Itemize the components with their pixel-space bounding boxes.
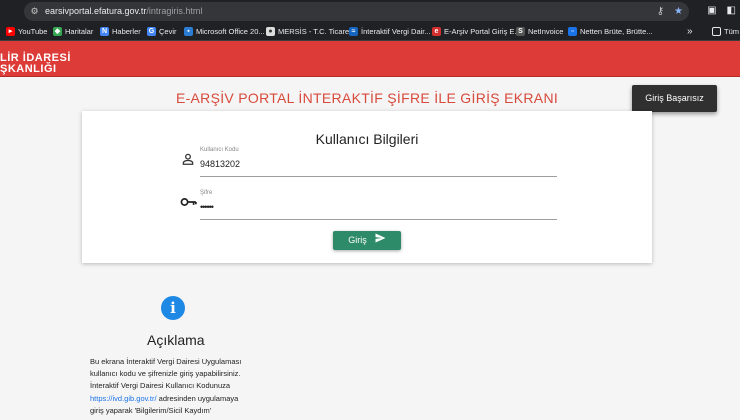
- ivd-icon: ≈: [349, 27, 358, 36]
- bookmark-cevir[interactable]: G Çevir: [147, 25, 177, 38]
- office-icon: ▪: [184, 27, 193, 36]
- info-line: https://ivd.gib.gov.tr/ adresinden uygul…: [90, 393, 286, 405]
- folder-icon: [712, 27, 721, 36]
- bookmarks-folder[interactable]: Tüm: [712, 25, 739, 38]
- info-title: Açıklama: [147, 332, 205, 348]
- password-key-icon[interactable]: ⚷: [657, 4, 664, 19]
- bookmarks-bar: ▸ YouTube ◆ Haritalar N Haberler G Çevir…: [0, 22, 740, 41]
- url-text[interactable]: earsivportal.efatura.gov.tr/intragiris.h…: [45, 5, 202, 18]
- bookmark-label: Haberler: [112, 27, 141, 36]
- page-title: E-ARŞİV PORTAL İNTERAKTİF ŞİFRE İLE GİRİ…: [175, 90, 559, 106]
- bookmark-label: Tüm: [724, 27, 739, 36]
- info-icon: i: [161, 296, 185, 320]
- url-path: /intragiris.html: [146, 6, 203, 16]
- password-input[interactable]: ••••••: [200, 202, 214, 212]
- address-bar[interactable]: ⚙ earsivportal.efatura.gov.tr/intragiris…: [24, 2, 689, 21]
- translate-icon: G: [147, 27, 156, 36]
- news-icon: N: [100, 27, 109, 36]
- bookmark-youtube[interactable]: ▸ YouTube: [6, 25, 47, 38]
- card-title: Kullanıcı Bilgileri: [315, 131, 419, 147]
- side-panel-icon[interactable]: ◧: [727, 3, 736, 18]
- username-label: Kullanıcı Kodu: [200, 147, 239, 153]
- info-line: Bu ekrana İnteraktif Vergi Dairesi Uygul…: [90, 357, 242, 366]
- bookmark-haritalar[interactable]: ◆ Haritalar: [53, 25, 93, 38]
- bookmark-label: Haritalar: [65, 27, 94, 36]
- ivd-link[interactable]: https://ivd.gib.gov.tr/: [90, 394, 157, 403]
- bookmark-ivd[interactable]: ≈ İnteraktif Vergi Dair...: [349, 25, 431, 38]
- bookmark-label: Netten Brüte, Brütte...: [580, 27, 653, 36]
- calculator-icon: ▫: [568, 27, 577, 36]
- password-label: Şifre: [200, 190, 213, 196]
- bookmark-mersis[interactable]: ● MERSİS - T.C. Ticare...: [266, 25, 355, 38]
- info-text: Bu ekrana İnteraktif Vergi Dairesi Uygul…: [90, 356, 286, 417]
- site-header: LİR İDARESİ ŞKANLIĞI: [0, 41, 740, 77]
- username-underline: [200, 176, 557, 177]
- globe-icon: ●: [266, 27, 275, 36]
- bookmark-earsiv[interactable]: e E-Arşiv Portal Giriş E...: [432, 25, 521, 38]
- bookmark-netinvoice[interactable]: S NetInvoice: [516, 25, 563, 38]
- youtube-icon: ▸: [6, 27, 15, 36]
- password-underline: [200, 219, 557, 220]
- login-card: Kullanıcı Bilgileri Kullanıcı Kodu 94813…: [82, 111, 652, 263]
- logo-line-2: ŞKANLIĞI: [0, 63, 57, 75]
- bookmark-netten-brute[interactable]: ▫ Netten Brüte, Brütte...: [568, 25, 653, 38]
- info-line: İnteraktif Vergi Dairesi Kullanıcı Kodun…: [90, 381, 231, 391]
- username-input[interactable]: 94813202: [200, 159, 240, 169]
- send-arrow-icon: [375, 231, 386, 250]
- gib-icon: e: [432, 27, 441, 36]
- bookmark-label: MERSİS - T.C. Ticare...: [278, 27, 356, 36]
- browser-toolbar: ⚙ earsivportal.efatura.gov.tr/intragiris…: [0, 0, 740, 22]
- bookmarks-overflow-button[interactable]: »: [687, 25, 693, 38]
- login-failed-button[interactable]: Giriş Başarısız: [632, 85, 717, 112]
- info-line-rest: adresinden uygulamaya: [156, 393, 239, 403]
- overflow-chevron-icon: »: [687, 26, 693, 37]
- info-line: kullanıcı kodu ve şifrenizle giriş yapab…: [90, 369, 241, 379]
- bookmark-star-icon[interactable]: ★: [674, 4, 683, 19]
- key-icon: [180, 195, 197, 213]
- bookmark-label: YouTube: [18, 27, 48, 36]
- bookmark-label: İnteraktif Vergi Dair...: [361, 27, 431, 36]
- info-line: giriş yaparak 'Bilgilerim/Sicil Kaydım': [90, 405, 212, 415]
- submit-label: Giriş: [348, 235, 367, 245]
- login-submit-button[interactable]: Giriş: [333, 231, 401, 250]
- bookmark-label: Çevir: [159, 27, 177, 36]
- bookmark-label: NetInvoice: [528, 27, 564, 36]
- url-host: earsivportal.efatura.gov.tr: [45, 6, 147, 16]
- netinvoice-icon: S: [516, 27, 525, 36]
- bookmark-label: E-Arşiv Portal Giriş E...: [444, 27, 521, 36]
- person-icon: [181, 152, 195, 171]
- maps-icon: ◆: [53, 27, 62, 36]
- bookmark-office[interactable]: ▪ Microsoft Office 20...: [184, 25, 265, 38]
- site-info-icon[interactable]: ⚙: [29, 6, 40, 17]
- extensions-icon[interactable]: ▣: [707, 3, 716, 18]
- bookmark-label: Microsoft Office 20...: [196, 27, 265, 36]
- bookmark-haberler[interactable]: N Haberler: [100, 25, 141, 38]
